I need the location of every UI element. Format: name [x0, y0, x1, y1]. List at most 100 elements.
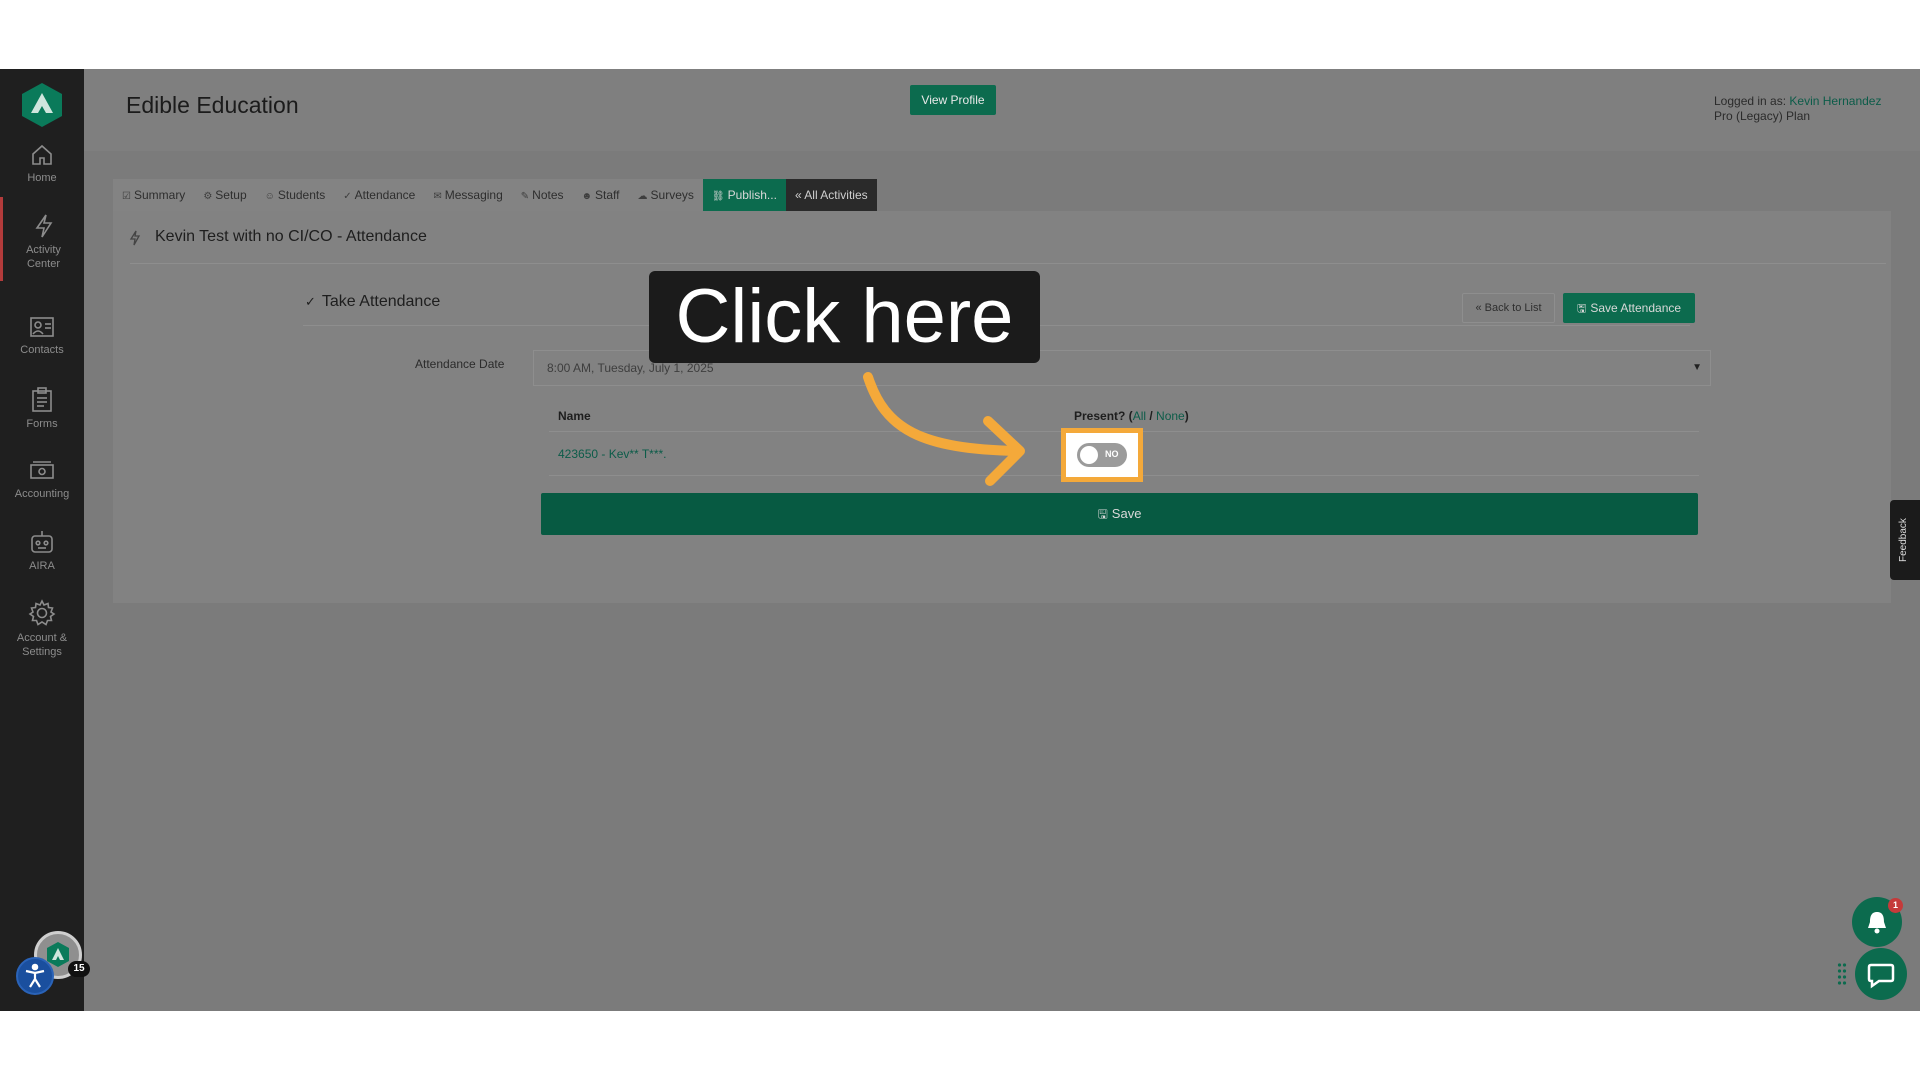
present-toggle[interactable]: NO	[1077, 443, 1127, 467]
view-profile-button[interactable]: View Profile	[910, 85, 996, 115]
divider	[130, 263, 1886, 264]
tab-label: Publish...	[727, 188, 777, 202]
toggle-label: NO	[1105, 449, 1119, 459]
save-icon: 🖫	[1097, 507, 1108, 521]
logo-icon[interactable]	[20, 81, 64, 129]
sidebar-item-contacts[interactable]: Contacts	[0, 315, 84, 357]
tab-setup[interactable]: ⚙ Setup	[194, 179, 255, 211]
table-header: Name Present? (All / None)	[549, 397, 1699, 432]
tab-label: Notes	[532, 188, 564, 202]
arrow-icon	[863, 372, 1025, 486]
setup-icon: ⚙	[203, 191, 213, 202]
tab-staff[interactable]: ☻ Staff	[573, 179, 629, 211]
chat-button[interactable]	[1855, 948, 1907, 1000]
notes-icon: ✎	[520, 191, 530, 202]
user-name-link[interactable]: Kevin Hernandez	[1789, 94, 1881, 108]
sidebar-item-activity-center[interactable]: Activity Center	[0, 197, 84, 281]
sidebar-item-label: Accounting	[14, 488, 70, 500]
tab-label: Messaging	[444, 188, 503, 202]
tab-attendance[interactable]: ✓ Attendance	[334, 179, 424, 211]
page-title: Edible Education	[126, 92, 299, 118]
drag-handle-icon[interactable]	[1837, 962, 1847, 988]
tab-label: « All Activities	[794, 188, 868, 202]
sidebar-item-label: Account & Settings	[16, 632, 68, 658]
gear-icon	[28, 599, 56, 626]
sidebar-item-account-settings[interactable]: Account & Settings	[0, 599, 84, 659]
notification-badge: 1	[1888, 898, 1903, 913]
tab-label: Staff	[595, 188, 620, 202]
staff-icon: ☻	[581, 191, 593, 202]
tab-messaging[interactable]: ✉ Messaging	[424, 179, 511, 211]
sidebar-item-home[interactable]: Home	[0, 143, 84, 185]
tab-students[interactable]: ☺ Students	[256, 179, 335, 211]
save-button[interactable]: 🖫 Save	[541, 493, 1698, 535]
name-column-header: Name	[558, 409, 591, 423]
tab-label: Setup	[215, 188, 247, 202]
contacts-icon	[30, 317, 54, 337]
sidebar-item-label: Home	[27, 172, 57, 184]
sidebar-item-label: Activity Center	[26, 244, 61, 270]
chat-icon	[1867, 963, 1895, 989]
check-icon: ✓	[343, 191, 352, 202]
tab-notes[interactable]: ✎ Notes	[512, 179, 573, 211]
attendance-date-value: 8:00 AM, Tuesday, July 1, 2025	[547, 361, 714, 375]
present-column-header: Present? (All / None)	[1074, 409, 1189, 423]
chevron-down-icon: ▼	[1692, 362, 1702, 373]
cloud-icon: ☁	[637, 191, 648, 202]
select-all-link[interactable]: All	[1133, 409, 1146, 423]
close-paren: )	[1184, 409, 1189, 423]
notification-count-badge: 15	[68, 961, 90, 977]
login-info: Logged in as: Kevin Hernandez Pro (Legac…	[1714, 94, 1881, 124]
tab-summary[interactable]: ☑ Summary	[113, 179, 194, 211]
bolt-icon	[34, 214, 52, 238]
sidebar-item-aira[interactable]: AIRA	[0, 529, 84, 573]
sidebar: Home Activity Center Contacts Forms Acco…	[0, 69, 90, 1011]
tab-label: Attendance	[354, 188, 416, 202]
sidebar-item-label: Contacts	[20, 344, 64, 356]
students-icon: ☺	[264, 191, 275, 202]
feedback-label: Feedback	[1898, 518, 1909, 562]
logged-in-label: Logged in as:	[1714, 94, 1787, 108]
link-icon: ⛓	[711, 191, 725, 202]
tab-label: Summary	[133, 188, 186, 202]
panel-title: Kevin Test with no CI/CO - Attendance	[155, 228, 427, 245]
activity-tabs: ☑ Summary ⚙ Setup ☺ Students ✓ Attendance ✉ M…	[113, 179, 877, 211]
back-to-list-button[interactable]: « Back to List	[1462, 293, 1555, 323]
student-link[interactable]: 423650 - Kev** T***.	[558, 447, 667, 461]
section-title-text: Take Attendance	[321, 293, 441, 310]
plan-label: Pro (Legacy) Plan	[1714, 109, 1811, 123]
sidebar-item-label: Forms	[26, 418, 58, 430]
select-none-link[interactable]: None	[1156, 409, 1185, 423]
bolt-icon	[129, 230, 141, 246]
home-icon	[32, 144, 52, 165]
attendance-date-label: Attendance Date	[415, 357, 505, 371]
tab-label: Students	[277, 188, 326, 202]
click-here-callout: Click here	[649, 271, 1040, 363]
separator: /	[1146, 409, 1157, 423]
save-label: Save	[1111, 506, 1142, 521]
tab-label: Surveys	[650, 188, 694, 202]
feedback-tab[interactable]: Feedback	[1890, 500, 1920, 580]
save-icon: 🖫	[1576, 303, 1587, 315]
summary-icon: ☑	[122, 191, 131, 202]
cash-icon	[30, 461, 54, 479]
sidebar-item-label: AIRA	[29, 560, 55, 572]
save-attendance-button[interactable]: 🖫 Save Attendance	[1563, 293, 1695, 323]
accessibility-button[interactable]	[16, 957, 54, 995]
robot-icon	[31, 531, 53, 553]
tab-all-activities[interactable]: « All Activities	[785, 179, 877, 211]
sidebar-item-forms[interactable]: Forms	[0, 387, 84, 431]
tab-publish[interactable]: ⛓ Publish...	[702, 179, 786, 211]
sidebar-item-accounting[interactable]: Accounting	[0, 459, 84, 501]
tab-surveys[interactable]: ☁ Surveys	[629, 179, 703, 211]
clipboard-icon	[32, 387, 52, 412]
app-header: Edible Education View Profile Logged in …	[84, 69, 1920, 151]
save-attendance-label: Save Attendance	[1590, 301, 1682, 315]
section-title: ✓ Take Attendance	[305, 293, 440, 311]
accessibility-icon	[25, 963, 45, 988]
present-label: Present? (	[1074, 409, 1133, 423]
check-icon: ✓	[305, 294, 316, 309]
envelope-icon: ✉	[433, 191, 442, 202]
highlight-box: NO	[1061, 428, 1143, 482]
app-screen: Home Activity Center Contacts Forms Acco…	[0, 69, 1920, 1011]
